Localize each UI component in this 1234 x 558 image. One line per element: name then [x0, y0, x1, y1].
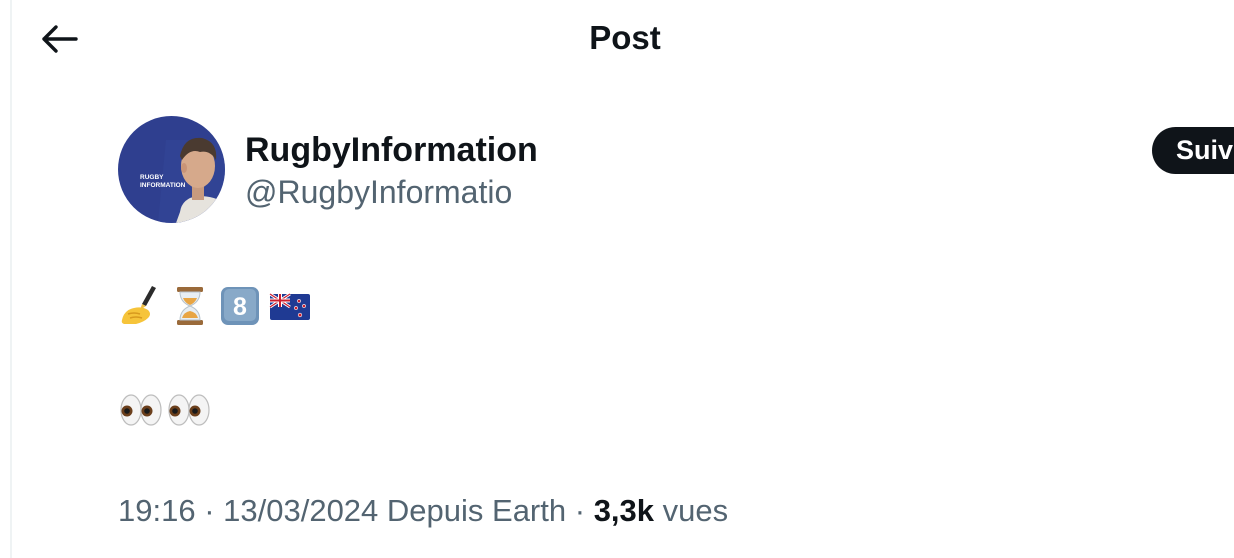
meta-separator: ·	[195, 493, 224, 528]
hourglass-icon	[177, 287, 203, 325]
avatar[interactable]: RUGBY INFORMATION	[118, 116, 225, 223]
column-divider	[10, 0, 12, 558]
post-time[interactable]: 19:16	[118, 493, 196, 528]
post-header: Post	[12, 0, 1234, 76]
author-handle[interactable]: @RugbyInformatio	[245, 173, 512, 211]
keycap-8-icon: 8	[221, 287, 259, 325]
avatar-text-1: RUGBY	[140, 174, 164, 181]
new-zealand-flag-icon	[269, 292, 310, 320]
meta-separator: ·	[566, 493, 594, 528]
post-source: Depuis Earth	[378, 493, 567, 528]
views-label: vues	[654, 493, 729, 528]
tweet-text-line-2	[118, 388, 214, 432]
author-name[interactable]: RugbyInformation	[245, 130, 538, 170]
views-count[interactable]: 3,3k	[594, 493, 654, 528]
avatar-text-2: INFORMATION	[140, 182, 186, 189]
tweet-text-line-1: 8	[118, 284, 312, 328]
svg-text:8: 8	[233, 293, 247, 321]
page-title: Post	[589, 19, 661, 56]
post-date[interactable]: 13/03/2024	[223, 493, 378, 528]
eyes-icon	[168, 394, 210, 426]
post-metadata: 19:16 · 13/03/2024 Depuis Earth · 3,3k v…	[118, 492, 728, 530]
eyes-icon	[120, 394, 162, 426]
writing-hand-icon	[121, 286, 156, 324]
post-page: Post RUGBY INFORMATION RugbyInformation …	[0, 0, 1234, 558]
follow-button[interactable]: Suivre	[1152, 127, 1234, 174]
